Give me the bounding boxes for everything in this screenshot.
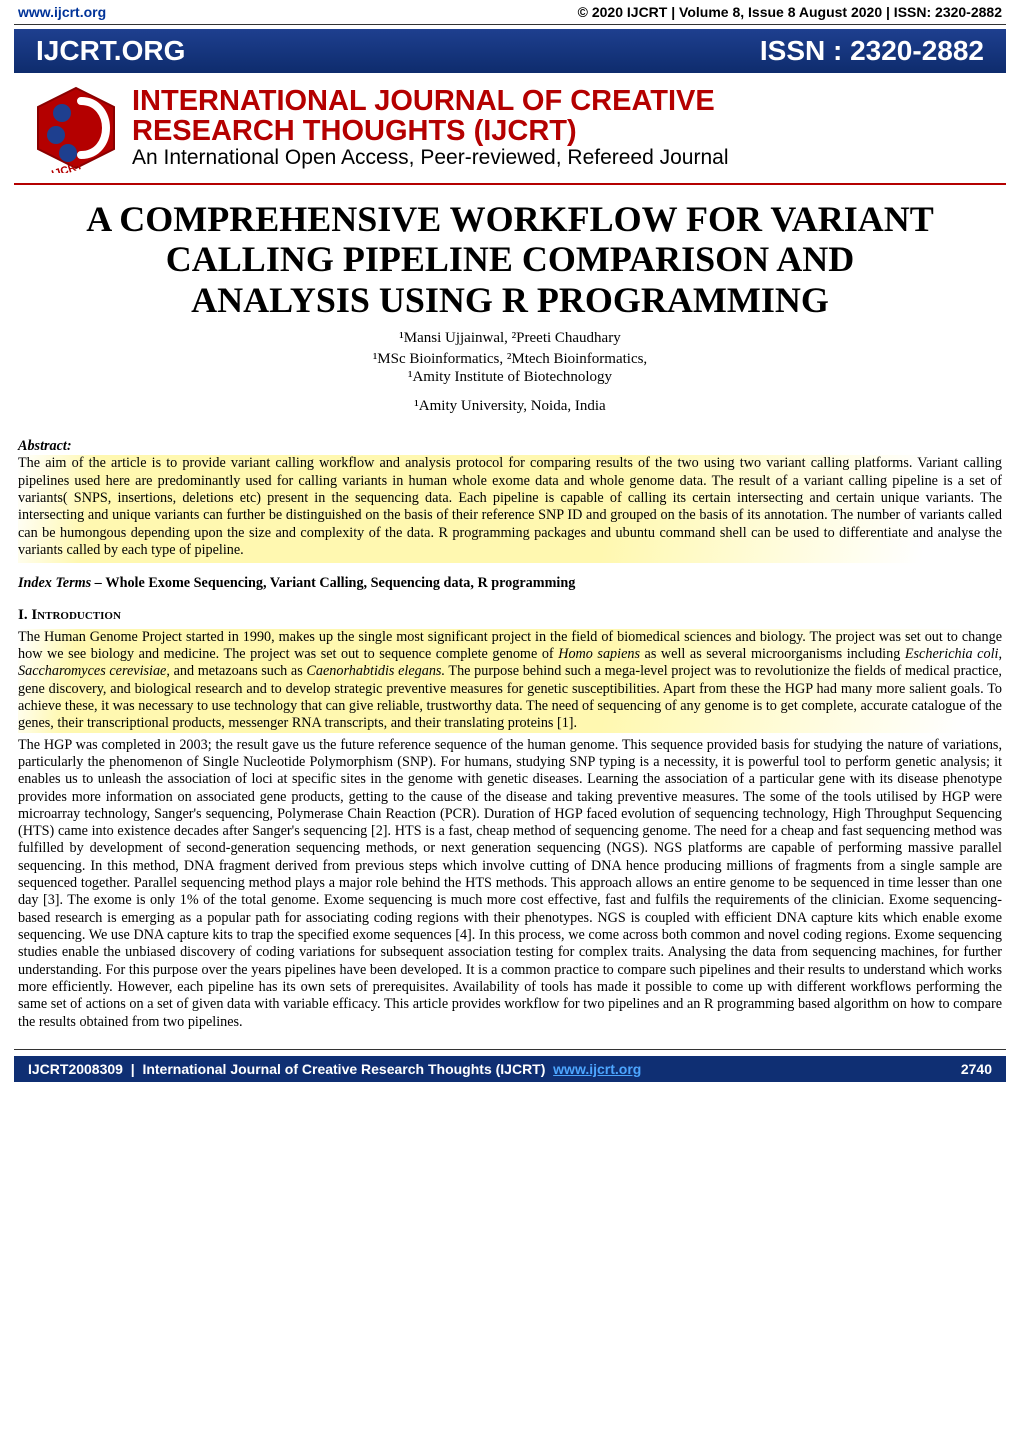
journal-subtitle: An International Open Access, Peer-revie…: [132, 146, 729, 170]
affiliation-2: ¹Amity Institute of Biotechnology: [0, 369, 1020, 386]
footer-left: IJCRT2008309 | International Journal of …: [28, 1061, 641, 1077]
journal-banner: IJCRT INTERNATIONAL JOURNAL OF CREATIVE …: [14, 73, 1006, 179]
site-link[interactable]: www.ijcrt.org: [18, 4, 106, 20]
footer-link[interactable]: www.ijcrt.org: [553, 1061, 641, 1077]
journal-title-block: INTERNATIONAL JOURNAL OF CREATIVE RESEAR…: [126, 86, 729, 171]
index-terms-keywords: Whole Exome Sequencing, Variant Calling,…: [105, 575, 575, 591]
org-banner: IJCRT.ORG ISSN : 2320-2882: [14, 29, 1006, 73]
authors: ¹Mansi Ujjainwal, ²Preeti Chaudhary: [0, 330, 1020, 347]
journal-title-line1: INTERNATIONAL JOURNAL OF CREATIVE: [132, 86, 729, 116]
paper-title-l1: A COMPREHENSIVE WORKFLOW FOR VARIANT: [26, 199, 994, 239]
section-heading-intro: I. Introduction: [18, 606, 1002, 624]
paper-title-l3: ANALYSIS USING R PROGRAMMING: [26, 280, 994, 320]
species-e-coli: Escherichia coli: [905, 646, 999, 662]
top-rule: [14, 24, 1006, 25]
intro-paragraph-1: The Human Genome Project started in 1990…: [18, 629, 1002, 733]
section-title: Introduction: [31, 607, 121, 623]
org-name: IJCRT.ORG: [36, 35, 185, 67]
species-s-cerevisiae: Saccharomyces cerevisiae: [18, 663, 166, 679]
section-number: I.: [18, 607, 28, 623]
affiliation-1: ¹MSc Bioinformatics, ²Mtech Bioinformati…: [0, 351, 1020, 368]
paper-id: IJCRT2008309: [28, 1061, 123, 1077]
page-number: 2740: [961, 1061, 992, 1077]
intro-paragraph-2: The HGP was completed in 2003; the resul…: [18, 737, 1002, 1031]
intro-body: The Human Genome Project started in 1990…: [18, 629, 1002, 1031]
affiliation-3: ¹Amity University, Noida, India: [0, 398, 1020, 415]
issue-info: © 2020 IJCRT | Volume 8, Issue 8 August …: [578, 4, 1002, 20]
intro-p1-seg-c: ,: [998, 646, 1002, 662]
abstract-text: The aim of the article is to provide var…: [18, 455, 1002, 559]
index-terms-prefix: Index Terms –: [18, 575, 105, 591]
abstract-heading: Abstract:: [18, 438, 1002, 455]
footer-rule: [14, 1049, 1006, 1050]
intro-p1-seg-b: as well as several microorganisms includ…: [640, 646, 905, 662]
abstract-body: The aim of the article is to provide var…: [18, 455, 1002, 563]
footer-bar: IJCRT2008309 | International Journal of …: [14, 1056, 1006, 1082]
paper-title-l2: CALLING PIPELINE COMPARISON AND: [26, 239, 994, 279]
species-c-elegans: Caenorhabtidis elegans.: [306, 663, 445, 679]
footer-journal-name: International Journal of Creative Resear…: [142, 1061, 545, 1077]
red-divider: [14, 183, 1006, 185]
paper-title: A COMPREHENSIVE WORKFLOW FOR VARIANT CAL…: [26, 199, 994, 320]
journal-logo-icon: IJCRT: [26, 83, 126, 173]
species-homo-sapiens: Homo sapiens: [558, 646, 640, 662]
top-bar: www.ijcrt.org © 2020 IJCRT | Volume 8, I…: [0, 0, 1020, 24]
journal-title-line2: RESEARCH THOUGHTS (IJCRT): [132, 116, 729, 146]
intro-p1-seg-d: , and metazoans such as: [166, 663, 306, 679]
issn-label: ISSN : 2320-2882: [760, 35, 984, 67]
index-terms: Index Terms – Whole Exome Sequencing, Va…: [18, 575, 1002, 592]
